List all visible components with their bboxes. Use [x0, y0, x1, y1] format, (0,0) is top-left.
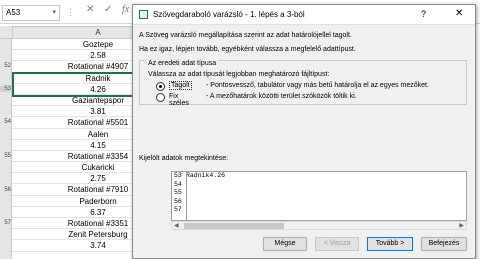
preview-line-number: 53: [174, 172, 182, 179]
text-import-wizard-dialog: Szövegdaraboló varázsló - 1. lépés a 3-b…: [132, 4, 476, 259]
preview-line-number: 56: [174, 197, 182, 205]
finish-button[interactable]: Befejezés: [421, 237, 467, 251]
row-header[interactable]: 55: [0, 153, 12, 159]
name-box-value: A53: [6, 8, 21, 17]
excel-icon: [139, 10, 148, 19]
radio-fixed-width[interactable]: [156, 93, 165, 102]
next-button[interactable]: Tovább >: [367, 237, 413, 251]
preview-line: 53 Radnik4.26: [172, 172, 466, 181]
group-title: Az eredeti adat típusa: [146, 60, 219, 67]
row-header[interactable]: 56: [0, 187, 12, 193]
more-options-icon[interactable]: ⋮: [66, 7, 75, 18]
preview-line: 56: [172, 198, 466, 207]
data-type-group: Az eredeti adat típusa Válassza az adat …: [139, 60, 467, 107]
scroll-left-icon[interactable]: ◀: [174, 222, 179, 229]
intro-text-1: A Szöveg varázsló megállapítása szerint …: [139, 32, 352, 39]
cancel-icon[interactable]: ✕: [86, 4, 94, 15]
scroll-right-icon[interactable]: ▶: [459, 222, 464, 229]
group-hint: Válassza az adat típusát legjobban megha…: [148, 71, 330, 78]
option-fixed-width-desc: - A mezőhatárok közötti terület szóközök…: [206, 93, 357, 100]
option-delimited-desc: - Pontosvessző, tabulátor vagy más betű …: [206, 82, 429, 89]
name-box[interactable]: A53 ▾: [2, 5, 60, 21]
function-icon[interactable]: fx: [122, 4, 129, 15]
preview-line-number: 54: [174, 180, 182, 188]
preview-line-text: Radnik4.26: [186, 172, 226, 179]
row-headers: 52 53 54 55 56 57: [0, 39, 12, 259]
scroll-thumb[interactable]: [184, 223, 284, 229]
preview-line-number: 57: [174, 206, 182, 213]
select-all-corner[interactable]: [0, 26, 12, 39]
row-header[interactable]: 54: [0, 119, 12, 125]
back-button[interactable]: < Vissza: [315, 237, 359, 251]
cancel-button[interactable]: Mégse: [263, 237, 307, 251]
dialog-titlebar: Szövegdaraboló varázsló - 1. lépés a 3-b…: [133, 5, 475, 25]
confirm-icon[interactable]: ✓: [104, 4, 112, 15]
help-icon[interactable]: ?: [421, 9, 426, 19]
preview-line: 55: [172, 189, 466, 198]
preview-line: 57: [172, 206, 466, 215]
preview-divider: [186, 172, 187, 220]
chevron-down-icon[interactable]: ▾: [52, 8, 56, 16]
preview-label: Kijelölt adatok megtekintése:: [139, 155, 229, 162]
option-delimited-label[interactable]: Tagolt: [169, 81, 192, 90]
row-header[interactable]: 53: [0, 85, 12, 92]
intro-text-2: Ha ez igaz, lépjen tovább, egyébként vál…: [139, 46, 356, 53]
option-fixed-width-label[interactable]: Fix széles: [169, 93, 189, 107]
preview-line-number: 55: [174, 189, 182, 196]
preview-horizontal-scrollbar[interactable]: ◀ ▶: [171, 221, 467, 230]
close-icon[interactable]: ✕: [455, 8, 463, 19]
radio-delimited[interactable]: [156, 82, 165, 91]
row-header[interactable]: 52: [0, 63, 12, 69]
preview-line: 54: [172, 181, 466, 190]
row-header[interactable]: 57: [0, 220, 12, 226]
dialog-title: Szövegdaraboló varázsló - 1. lépés a 3-b…: [153, 10, 305, 19]
data-preview[interactable]: 53Radnik4.2654555657 ▲ ▼: [171, 171, 467, 221]
